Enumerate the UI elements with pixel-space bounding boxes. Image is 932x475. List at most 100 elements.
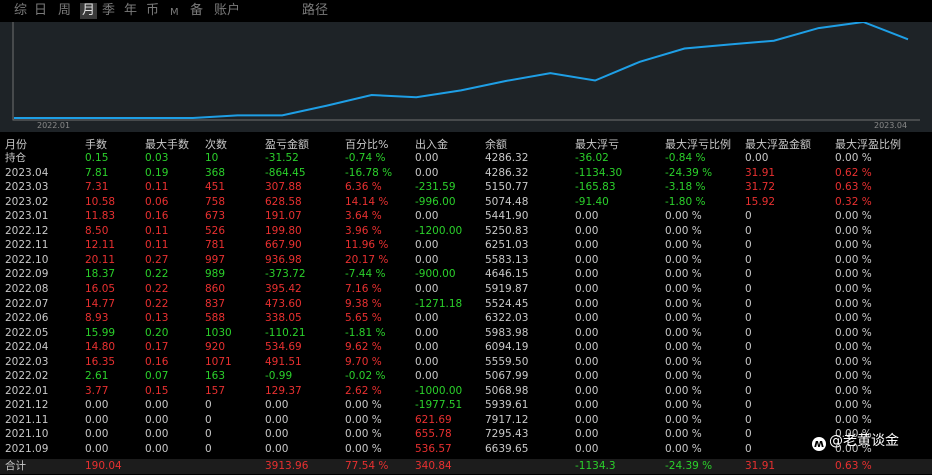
cell-cash-flow: 0.00 (415, 355, 439, 368)
cell-cash-flow: 655.78 (415, 428, 452, 441)
cell-cash-flow: 0.00 (415, 326, 439, 339)
cell-balance: 5068.98 (485, 384, 529, 397)
cell-balance: 7295.43 (485, 428, 529, 441)
cell-max-drawdown: 0.00 (575, 268, 599, 281)
cell-max-lots: 0.15 (145, 384, 169, 397)
cell-lots: 7.81 (85, 166, 109, 179)
cell-trades: 0 (205, 428, 212, 441)
cell-max-drawdown: 0.00 (575, 239, 599, 252)
cell-lots: 2.61 (85, 370, 109, 383)
table-row: 2022.10 20.11 0.27 997 936.98 20.17 % 0.00 5583… (0, 253, 932, 268)
cell-max-drawdown: 0.00 (575, 326, 599, 339)
cell-max-floating-profit: 0 (745, 312, 752, 325)
cell-trades: 837 (205, 297, 226, 310)
cell-max-drawdown-pct: -24.39 % (665, 460, 713, 472)
cell-lots: 手数 (85, 138, 107, 151)
tab-week[interactable]: 周 (58, 3, 71, 19)
table-row: 2021.11 0.00 0.00 0 0.00 0.00 % 621.69 7917.12 0… (0, 413, 932, 428)
tab-summary[interactable]: 综 (14, 3, 27, 19)
cell-max-drawdown: -1134.3 (575, 460, 616, 472)
cell-lots: 16.35 (85, 355, 116, 368)
cell-max-floating-profit-pct: 0.63 % (835, 460, 872, 472)
cell-max-drawdown-pct: 0.00 % (665, 399, 702, 412)
cell-percent: 6.36 % (345, 181, 382, 194)
cell-percent: -0.02 % (345, 370, 386, 383)
cell-month: 2021.12 (5, 399, 49, 412)
cell-max-drawdown: 0.00 (575, 428, 599, 441)
cell-max-drawdown-pct: -0.84 % (665, 152, 706, 164)
cell-pnl: 0.00 (265, 443, 289, 455)
cell-max-floating-profit: 0 (745, 224, 752, 237)
cell-max-lots: 0.16 (145, 355, 169, 368)
cell-percent: 0.00 % (345, 443, 382, 455)
cell-trades: 526 (205, 224, 226, 237)
cell-percent: 77.54 % (345, 460, 389, 472)
cell-month: 月份 (5, 138, 27, 151)
cell-max-floating-profit-pct: 0.00 % (835, 384, 872, 397)
cell-percent: 3.96 % (345, 224, 382, 237)
cell-trades: 0 (205, 399, 212, 412)
cell-pnl: 盈亏金额 (265, 138, 309, 151)
cell-max-drawdown-pct: 0.00 % (665, 224, 702, 237)
tab-notes[interactable]: 备 (190, 3, 203, 19)
cell-max-floating-profit: 15.92 (745, 195, 776, 208)
table-row: 2022.07 14.77 0.22 837 473.60 9.38 % -1271.18 5… (0, 297, 932, 312)
cell-balance: 7917.12 (485, 413, 529, 426)
cell-max-floating-profit: 最大浮盈金额 (745, 138, 811, 151)
cell-balance: 5524.45 (485, 297, 529, 310)
cell-max-drawdown: 0.00 (575, 370, 599, 383)
cell-max-drawdown: 0.00 (575, 253, 599, 266)
cell-lots: 8.50 (85, 224, 109, 237)
cell-pnl: 395.42 (265, 282, 302, 295)
chart-axes (12, 22, 920, 121)
cell-balance: 5067.99 (485, 370, 529, 383)
cell-trades: 368 (205, 166, 226, 179)
cell-cash-flow: 0.00 (415, 370, 439, 383)
cell-cash-flow: 0.00 (415, 239, 439, 252)
cell-lots: 190.04 (85, 460, 122, 472)
cell-max-floating-profit-pct: 0.00 % (835, 399, 872, 412)
cell-max-drawdown-pct: 0.00 % (665, 443, 702, 455)
cell-month: 2023.04 (5, 166, 49, 179)
cell-max-drawdown: 0.00 (575, 312, 599, 325)
table-row: 2021.10 0.00 0.00 0 0.00 0.00 % 655.78 7295.43 0… (0, 427, 932, 442)
tab-m[interactable]: M (170, 5, 179, 21)
cell-percent: 7.16 % (345, 282, 382, 295)
cell-max-drawdown-pct: 0.00 % (665, 282, 702, 295)
cell-max-drawdown-pct: 0.00 % (665, 253, 702, 266)
cell-balance: 5441.90 (485, 210, 529, 223)
tab-year[interactable]: 年 (124, 3, 137, 19)
x-axis-start-label: 2022.01 (37, 121, 71, 130)
cell-max-lots: 最大手数 (145, 138, 189, 151)
cell-percent: 20.17 % (345, 253, 389, 266)
cell-max-lots: 0.11 (145, 239, 169, 252)
table-row: 2022.02 2.61 0.07 163 -0.99 -0.02 % 0.00 5067.9… (0, 369, 932, 384)
cell-trades: 10 (205, 152, 219, 164)
cell-max-floating-profit: 0 (745, 253, 752, 266)
cell-pnl: 307.88 (265, 181, 302, 194)
cell-trades: 1071 (205, 355, 232, 368)
cell-trades: 920 (205, 341, 226, 354)
tab-day[interactable]: 日 (34, 3, 47, 19)
cell-month: 2022.05 (5, 326, 49, 339)
cell-pnl: 628.58 (265, 195, 302, 208)
cell-balance: 5250.83 (485, 224, 529, 237)
cell-balance: 4286.32 (485, 166, 529, 179)
cell-max-floating-profit: 31.72 (745, 181, 776, 194)
cell-cash-flow: 0.00 (415, 210, 439, 223)
tab-currency[interactable]: 币 (146, 3, 159, 19)
tab-account[interactable]: 账户 (214, 3, 240, 19)
cell-max-lots: 0.03 (145, 152, 169, 164)
cell-max-drawdown: -36.02 (575, 152, 609, 164)
cell-lots: 20.11 (85, 253, 116, 266)
cell-pnl: -31.52 (265, 152, 299, 164)
cell-max-floating-profit-pct: 0.00 % (835, 326, 872, 339)
table-row: 2021.09 0.00 0.00 0 0.00 0.00 % 536.57 6639.65 0… (0, 442, 932, 457)
tab-quarter[interactable]: 季 (102, 3, 115, 19)
cell-max-drawdown-pct: 0.00 % (665, 355, 702, 368)
tab-month[interactable]: 月 (80, 3, 98, 19)
cell-cash-flow: 出入金 (415, 138, 448, 151)
cell-max-drawdown-pct: 0.00 % (665, 384, 702, 397)
cell-balance: 6094.19 (485, 341, 529, 354)
tab-path[interactable]: 路径 (302, 3, 328, 19)
